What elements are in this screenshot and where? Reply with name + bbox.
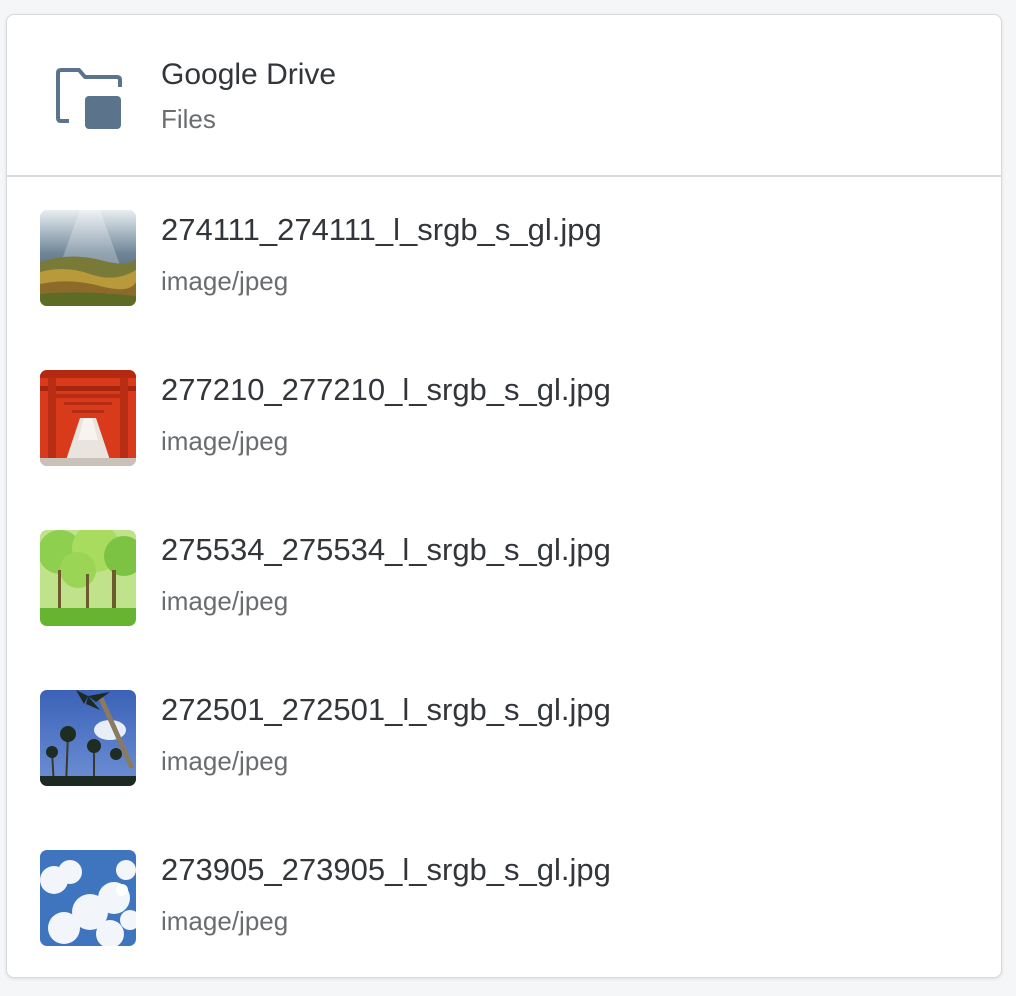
file-type: image/jpeg <box>161 906 289 936</box>
palm-trees-sky-thumbnail <box>40 690 136 786</box>
file-list-item[interactable]: 275534_275534_l_srgb_s_gl.jpg image/jpeg <box>7 497 1001 657</box>
file-name: 274111_274111_l_srgb_s_gl.jpg <box>161 212 602 247</box>
folder-icon <box>55 67 123 131</box>
file-list: 274111_274111_l_srgb_s_gl.jpg image/jpeg <box>7 177 1001 977</box>
file-type: image/jpeg <box>161 586 289 616</box>
card-header[interactable]: Google Drive Files <box>7 15 1001 177</box>
green-forest-thumbnail <box>40 530 136 626</box>
file-name: 272501_272501_l_srgb_s_gl.jpg <box>161 692 611 727</box>
file-type: image/jpeg <box>161 746 289 776</box>
file-type: image/jpeg <box>161 266 289 296</box>
file-name: 275534_275534_l_srgb_s_gl.jpg <box>161 532 611 567</box>
file-type: image/jpeg <box>161 426 289 456</box>
file-list-item[interactable]: 277210_277210_l_srgb_s_gl.jpg image/jpeg <box>7 337 1001 497</box>
file-list-item[interactable]: 273905_273905_l_srgb_s_gl.jpg image/jpeg <box>7 817 1001 977</box>
cloudy-sky-thumbnail <box>40 850 136 946</box>
file-name: 273905_273905_l_srgb_s_gl.jpg <box>161 852 611 887</box>
google-drive-card: Google Drive Files 274111_274111_l_srgb_… <box>6 14 1002 978</box>
file-list-item[interactable]: 274111_274111_l_srgb_s_gl.jpg image/jpeg <box>7 177 1001 337</box>
landscape-sun-rays-thumbnail <box>40 210 136 306</box>
header-title: Google Drive <box>161 58 337 91</box>
red-torii-gates-thumbnail <box>40 370 136 466</box>
header-subtitle: Files <box>161 104 216 134</box>
file-list-item[interactable]: 272501_272501_l_srgb_s_gl.jpg image/jpeg <box>7 657 1001 817</box>
file-name: 277210_277210_l_srgb_s_gl.jpg <box>161 372 611 407</box>
